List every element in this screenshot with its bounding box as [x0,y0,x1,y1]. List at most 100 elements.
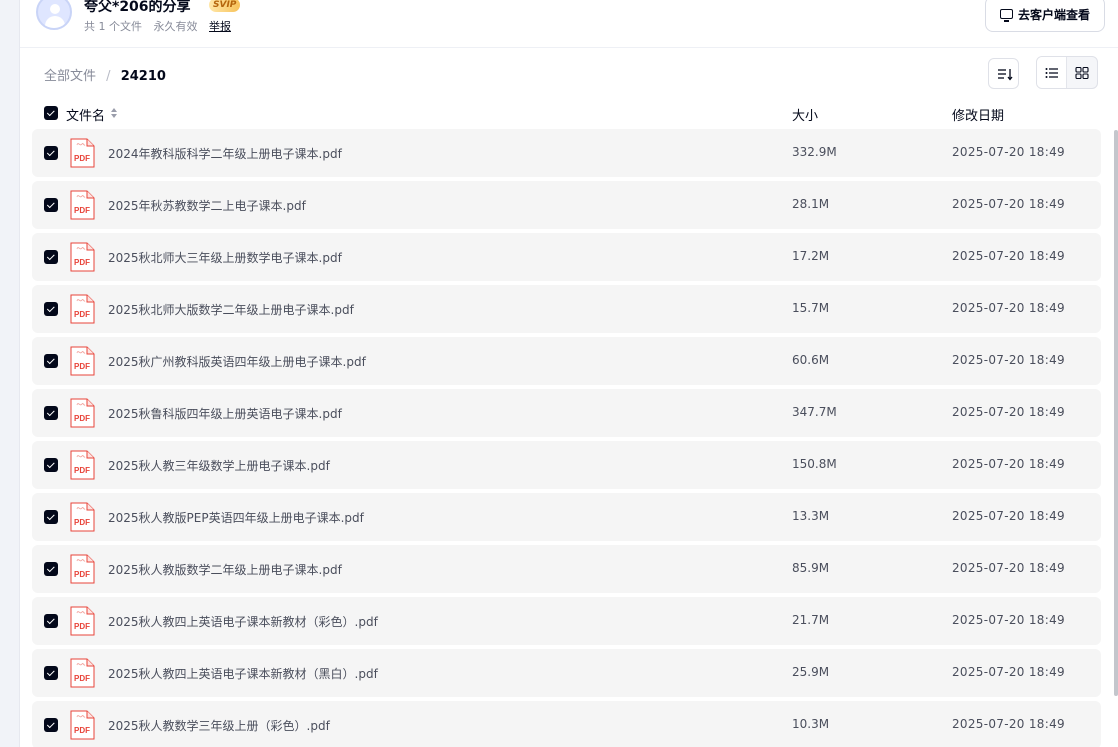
file-checkbox[interactable] [44,406,58,420]
select-all-checkbox[interactable] [44,106,58,120]
file-date: 2025-07-20 18:49 [952,665,1065,679]
report-link[interactable]: 举报 [209,20,231,33]
file-date: 2025-07-20 18:49 [952,613,1065,627]
file-name: 2025秋人教三年级数学上册电子课本.pdf [108,459,330,473]
grid-view-button[interactable] [1067,57,1097,88]
file-checkbox[interactable] [44,666,58,680]
file-row[interactable]: PDF 2025年秋苏教数学二上电子课本.pdf 28.1M 2025-07-2… [32,181,1101,229]
share-meta: 共 1 个文件 永久有效 举报 [84,18,239,34]
file-row[interactable]: PDF 2025秋人教数学三年级上册（彩色）.pdf 10.3M 2025-07… [32,701,1101,747]
file-size: 10.3M [792,717,830,731]
file-row[interactable]: PDF 2024年教科版科学二年级上册电子课本.pdf 332.9M 2025-… [32,129,1101,177]
file-size: 25.9M [792,665,830,679]
file-name: 2025秋人教四上英语电子课本新教材（黑白）.pdf [108,667,378,681]
file-size: 60.6M [792,353,830,367]
file-list: PDF 2024年教科版科学二年级上册电子课本.pdf 332.9M 2025-… [32,128,1101,747]
file-date: 2025-07-20 18:49 [952,457,1065,471]
file-row[interactable]: PDF 2025秋人教版PEP英语四年级上册电子课本.pdf 13.3M 202… [32,493,1101,541]
file-checkbox[interactable] [44,354,58,368]
scrollbar[interactable] [1114,130,1118,747]
file-name: 2025秋人教版PEP英语四年级上册电子课本.pdf [108,511,364,525]
file-row[interactable]: PDF 2025秋北师大三年级上册数学电子课本.pdf 17.2M 2025-0… [32,233,1101,281]
sort-button[interactable] [988,58,1019,89]
breadcrumb-separator: / [106,69,111,84]
file-size: 347.7M [792,405,837,419]
pdf-file-icon: PDF [70,710,95,740]
file-checkbox[interactable] [44,510,58,524]
pdf-file-icon: PDF [70,554,95,584]
file-checkbox[interactable] [44,198,58,212]
svg-text:PDF: PDF [74,466,90,475]
sort-icon [998,69,1013,81]
file-name: 2025秋北师大三年级上册数学电子课本.pdf [108,251,342,265]
share-header: 夸父*206的分享 SVIP 共 1 个文件 永久有效 举报 去客户端查看 [20,0,1118,48]
file-name: 2025秋广州教科版英语四年级上册电子课本.pdf [108,355,366,369]
file-size: 13.3M [792,509,830,523]
file-name: 2025年秋苏教数学二上电子课本.pdf [108,199,306,213]
pdf-file-icon: PDF [70,450,95,480]
view-mode-toggle [1036,56,1098,89]
file-row[interactable]: PDF 2025秋人教四上英语电子课本新教材（彩色）.pdf 21.7M 202… [32,597,1101,645]
file-name: 2025秋人教四上英语电子课本新教材（彩色）.pdf [108,615,378,629]
pdf-file-icon: PDF [70,138,95,168]
breadcrumb-root[interactable]: 全部文件 [44,69,96,84]
file-date: 2025-07-20 18:49 [952,197,1065,211]
file-checkbox[interactable] [44,146,58,160]
file-date: 2025-07-20 18:49 [952,249,1065,263]
file-size: 332.9M [792,145,837,159]
svg-text:PDF: PDF [74,362,90,371]
file-date: 2025-07-20 18:49 [952,717,1065,731]
pdf-file-icon: PDF [70,294,95,324]
open-in-client-label: 去客户端查看 [1017,7,1090,22]
list-view-button[interactable] [1037,57,1068,88]
share-title: 夸父*206的分享 [84,0,191,15]
svg-text:PDF: PDF [74,206,90,215]
file-size: 15.7M [792,301,830,315]
column-header-size: 大小 [792,109,819,124]
pdf-file-icon: PDF [70,346,95,376]
monitor-icon [999,9,1013,22]
column-header-name[interactable]: 文件名 [66,105,105,124]
file-row[interactable]: PDF 2025秋人教四上英语电子课本新教材（黑白）.pdf 25.9M 202… [32,649,1101,697]
svg-text:PDF: PDF [74,570,90,579]
file-row[interactable]: PDF 2025秋广州教科版英语四年级上册电子课本.pdf 60.6M 2025… [32,337,1101,385]
file-checkbox[interactable] [44,458,58,472]
file-date: 2025-07-20 18:49 [952,301,1065,315]
svip-badge: SVIP [209,0,241,12]
file-date: 2025-07-20 18:49 [952,509,1065,523]
file-name: 2025秋北师大版数学二年级上册电子课本.pdf [108,303,354,317]
validity-label: 永久有效 [153,20,198,33]
file-count: 共 1 个文件 [84,20,142,33]
file-size: 85.9M [792,561,830,575]
file-checkbox[interactable] [44,718,58,732]
file-date: 2025-07-20 18:49 [952,145,1065,159]
file-checkbox[interactable] [44,302,58,316]
svg-text:PDF: PDF [74,414,90,423]
svg-text:PDF: PDF [74,258,90,267]
file-row[interactable]: PDF 2025秋人教三年级数学上册电子课本.pdf 150.8M 2025-0… [32,441,1101,489]
scrollbar-thumb[interactable] [1114,130,1118,696]
file-size: 150.8M [792,457,837,471]
sort-caret-icon[interactable] [110,107,118,119]
svg-text:PDF: PDF [74,518,90,527]
pdf-file-icon: PDF [70,398,95,428]
file-name: 2025秋鲁科版四年级上册英语电子课本.pdf [108,407,342,421]
file-size: 28.1M [792,197,830,211]
open-in-client-button[interactable]: 去客户端查看 [985,0,1105,32]
list-icon [1045,67,1058,78]
pdf-file-icon: PDF [70,242,95,272]
file-row[interactable]: PDF 2025秋北师大版数学二年级上册电子课本.pdf 15.7M 2025-… [32,285,1101,333]
pdf-file-icon: PDF [70,658,95,688]
file-row[interactable]: PDF 2025秋鲁科版四年级上册英语电子课本.pdf 347.7M 2025-… [32,389,1101,437]
grid-icon [1075,66,1089,79]
file-date: 2025-07-20 18:49 [952,561,1065,575]
svg-text:PDF: PDF [74,154,90,163]
file-date: 2025-07-20 18:49 [952,353,1065,367]
file-checkbox[interactable] [44,614,58,628]
svg-text:PDF: PDF [74,674,90,683]
file-row[interactable]: PDF 2025秋人教版数学二年级上册电子课本.pdf 85.9M 2025-0… [32,545,1101,593]
file-checkbox[interactable] [44,250,58,264]
file-checkbox[interactable] [44,562,58,576]
pdf-file-icon: PDF [70,606,95,636]
file-name: 2025秋人教数学三年级上册（彩色）.pdf [108,719,330,733]
